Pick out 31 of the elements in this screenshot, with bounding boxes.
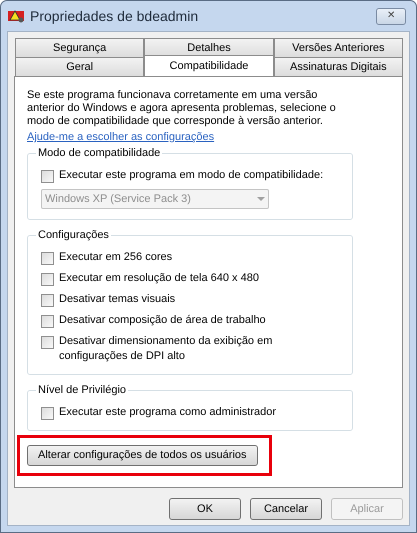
checkbox-label: Desativar temas visuais [59, 292, 176, 307]
tab[interactable]: Segurança [15, 38, 144, 57]
tab[interactable]: Assinaturas Digitais [274, 57, 403, 76]
checkbox-label: Executar este programa em modo de compatibilidade: [59, 168, 324, 183]
checkbox-label: Desativar composição de área de trabalho [59, 313, 266, 328]
checkbox[interactable] [41, 407, 54, 420]
intro-text: Se este programa funcionava corretamente em uma versão anterior do Windows e agora apresenta problemas, selecione o modo de compatibilidade que corresponde à versão anterior. [27, 89, 337, 128]
checkbox-label: Desativar dimensionamento da exibição em configurações de DPI alto [59, 334, 274, 364]
window-title: Propriedades de bdeadmin [30, 6, 198, 26]
tab[interactable]: Compatibilidade [144, 55, 274, 76]
checkbox[interactable] [41, 336, 54, 349]
checkbox[interactable] [41, 294, 54, 307]
checkbox[interactable] [41, 170, 54, 183]
dialog-button[interactable]: OK [169, 498, 241, 520]
tab[interactable]: Versões Anteriores [274, 38, 403, 57]
checkbox-label: Executar em resolução de tela 640 x 480 [59, 271, 259, 286]
checkbox[interactable] [41, 273, 54, 286]
group-title: Configurações [36, 228, 111, 243]
all-users-button[interactable]: Alterar configurações de todos os usuários [27, 445, 258, 466]
checkbox-label: Executar este programa como administrador [59, 405, 276, 420]
close-button[interactable]: ✕ [376, 8, 406, 24]
checkbox[interactable] [41, 315, 54, 328]
tab[interactable]: Geral [15, 57, 144, 76]
dialog-button[interactable]: Cancelar [250, 498, 322, 520]
checkbox[interactable] [41, 252, 54, 265]
caret-icon [257, 197, 265, 201]
group-title: Nível de Privilégio [36, 383, 128, 398]
app-icon [8, 9, 24, 23]
checkbox-label: Executar em 256 cores [59, 250, 172, 265]
help-link[interactable]: Ajude-me a escolher as configurações [27, 129, 214, 145]
group-title: Modo de compatibilidade [36, 146, 162, 161]
